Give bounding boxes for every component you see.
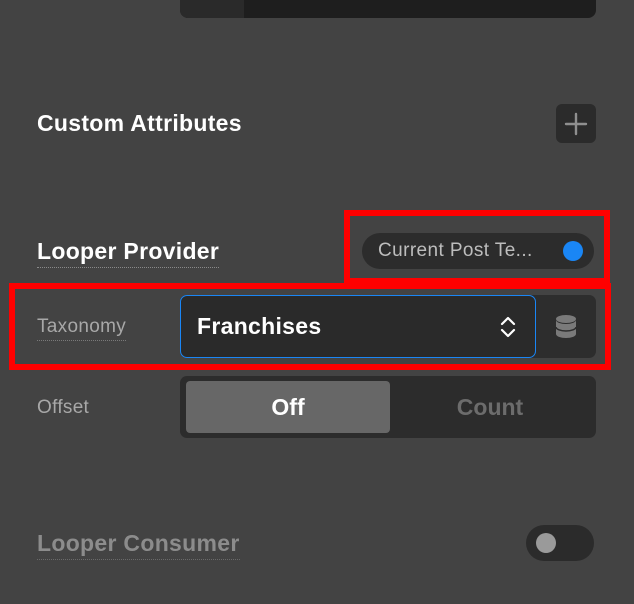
dynamic-content-button[interactable] [536, 295, 596, 358]
top-control-partial[interactable] [180, 0, 596, 18]
offset-segmented-control: Off Count [180, 376, 596, 438]
taxonomy-control: Franchises [180, 295, 596, 358]
taxonomy-label: Taxonomy [37, 316, 126, 341]
looper-provider-value: Current Post Te... [378, 240, 533, 261]
provider-enabled-indicator [563, 241, 583, 261]
top-control-segment[interactable] [180, 0, 244, 18]
looper-settings-panel: Custom Attributes Looper Provider Curren… [0, 0, 634, 604]
plus-icon [564, 112, 588, 135]
looper-consumer-toggle[interactable] [526, 525, 594, 561]
offset-option-count[interactable]: Count [390, 381, 590, 433]
taxonomy-select[interactable]: Franchises [180, 295, 536, 358]
chevron-updown-icon [500, 316, 516, 338]
custom-attributes-label: Custom Attributes [37, 110, 242, 136]
offset-option-off[interactable]: Off [186, 381, 390, 433]
taxonomy-value: Franchises [197, 313, 322, 339]
looper-provider-label: Looper Provider [37, 238, 220, 268]
database-icon [555, 314, 577, 338]
offset-label: Offset [37, 397, 90, 418]
looper-provider-select[interactable]: Current Post Te... [362, 233, 594, 269]
looper-consumer-label: Looper Consumer [37, 530, 240, 560]
toggle-knob [536, 533, 556, 553]
add-custom-attribute-button[interactable] [556, 104, 596, 143]
